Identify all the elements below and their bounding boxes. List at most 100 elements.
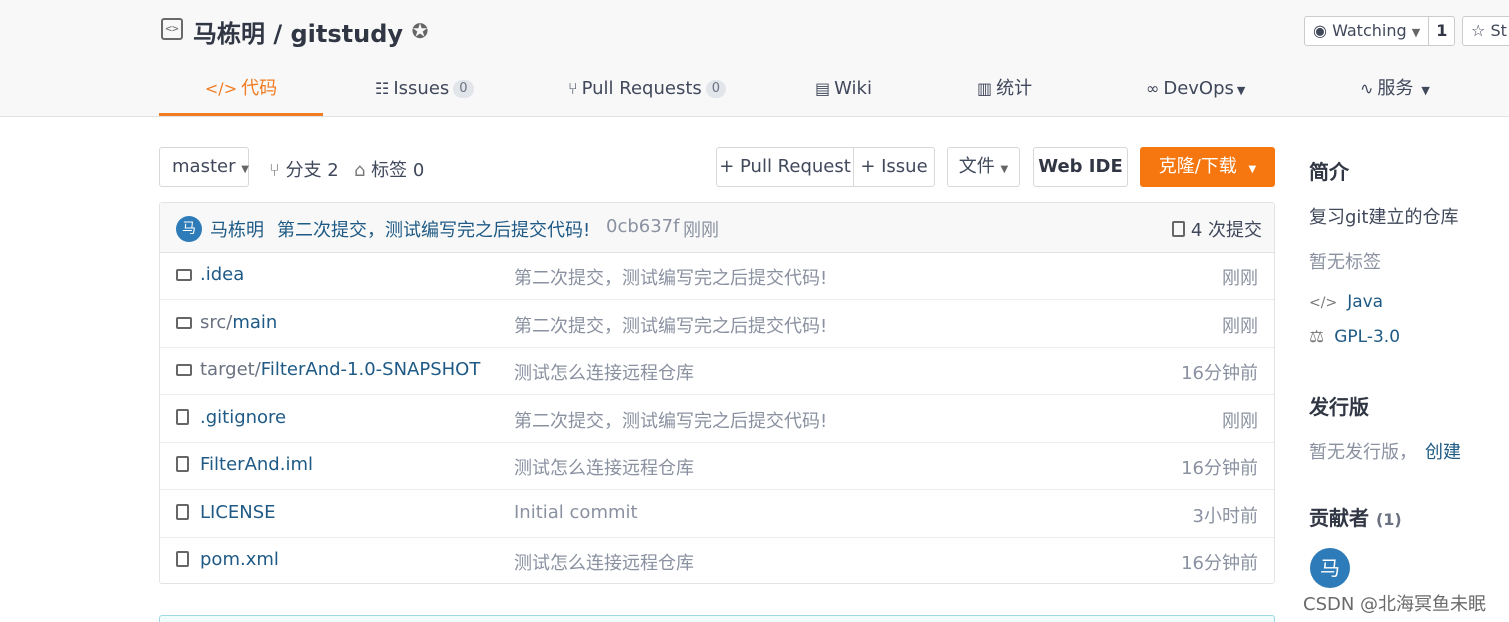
chevron-down-icon: ▼ bbox=[1248, 164, 1257, 175]
watch-label: Watching bbox=[1332, 21, 1407, 40]
file-commit-time: 3小时前 bbox=[1192, 505, 1258, 527]
commit-author[interactable]: 马栋明 bbox=[210, 216, 264, 242]
file-commit-message[interactable]: 第二次提交，测试编写完之后提交代码! bbox=[514, 312, 827, 338]
file-list-panel: 马 马栋明 第二次提交，测试编写完之后提交代码! 0cb637f 刚刚 4 次提… bbox=[159, 202, 1275, 584]
eye-icon: ◉ bbox=[1313, 21, 1327, 40]
file-menu-button[interactable]: 文件 ▼ bbox=[947, 147, 1020, 187]
tab-code[interactable]: </> 代码 bbox=[159, 72, 323, 116]
contributors-label: 贡献者 bbox=[1309, 506, 1369, 530]
chevron-down-icon: ▼ bbox=[1411, 26, 1421, 39]
file-commit-time: 刚刚 bbox=[1222, 315, 1258, 337]
web-ide-button[interactable]: Web IDE bbox=[1033, 147, 1128, 187]
tab-issues[interactable]: ☷ Issues 0 bbox=[375, 72, 474, 116]
tab-stats[interactable]: ▥ 统计 bbox=[977, 72, 1032, 116]
badge-icon[interactable]: ✪ bbox=[408, 19, 432, 43]
commits-count: 4 次提交 bbox=[1190, 220, 1262, 241]
language-item[interactable]: </> Java bbox=[1309, 292, 1383, 312]
repo-header: <> 马栋明 / gitstudy ✪ ◉ Watching ▼ 1 ☆ St … bbox=[0, 0, 1509, 117]
file-name-link[interactable]: target/FilterAnd-1.0-SNAPSHOT bbox=[200, 359, 480, 380]
repo-owner-link[interactable]: 马栋明 bbox=[193, 20, 265, 48]
file-commit-message[interactable]: 测试怎么连接远程仓库 bbox=[514, 454, 694, 480]
repository-icon: <> bbox=[161, 18, 183, 40]
tab-devops[interactable]: ∞ DevOps ▼ bbox=[1146, 72, 1245, 116]
commit-message[interactable]: 第二次提交，测试编写完之后提交代码! bbox=[277, 216, 590, 242]
file-name: .idea bbox=[200, 264, 245, 285]
clone-download-button[interactable]: 克隆/下载 ▼ bbox=[1140, 147, 1275, 187]
file-name-link[interactable]: src/main bbox=[200, 312, 277, 333]
avatar[interactable]: 马 bbox=[1310, 548, 1350, 588]
chevron-down-icon: ▼ bbox=[241, 164, 249, 175]
tab-services-label: 服务 bbox=[1377, 78, 1414, 99]
file-menu-label: 文件 bbox=[958, 156, 995, 177]
tag-icon: ⌂ bbox=[354, 160, 366, 181]
watch-count[interactable]: 1 bbox=[1429, 17, 1454, 45]
new-issue-button[interactable]: + Issue bbox=[853, 147, 935, 187]
file-name-link[interactable]: FilterAnd.iml bbox=[200, 454, 313, 475]
file-path-prefix: src/ bbox=[200, 311, 233, 333]
file-commit-message[interactable]: 第二次提交，测试编写完之后提交代码! bbox=[514, 264, 827, 290]
new-pull-request-button[interactable]: + Pull Request bbox=[716, 147, 854, 187]
file-name: pom.xml bbox=[200, 549, 279, 570]
release-title: 发行版 bbox=[1309, 395, 1369, 419]
file-name: .gitignore bbox=[200, 406, 287, 428]
commit-hash[interactable]: 0cb637f bbox=[606, 216, 679, 237]
tab-pull-requests[interactable]: ⑂ Pull Requests 0 bbox=[568, 72, 727, 116]
file-commit-message[interactable]: 第二次提交，测试编写完之后提交代码! bbox=[514, 407, 827, 433]
tab-code-label: 代码 bbox=[241, 78, 278, 99]
intro-title: 简介 bbox=[1309, 160, 1349, 184]
create-release-link[interactable]: 创建 bbox=[1425, 442, 1461, 463]
table-row[interactable]: .idea 第二次提交，测试编写完之后提交代码! 刚刚 bbox=[160, 252, 1274, 300]
chevron-down-icon: ▼ bbox=[1421, 84, 1430, 97]
issues-icon: ☷ bbox=[375, 79, 390, 98]
commits-count-link[interactable]: 4 次提交 bbox=[1171, 216, 1262, 242]
watermark: CSDN @北海冥鱼未眠 bbox=[1303, 594, 1487, 615]
repo-name-link[interactable]: gitstudy bbox=[290, 20, 403, 48]
scale-icon: ⚖ bbox=[1309, 327, 1325, 347]
table-row[interactable]: .gitignore 第二次提交，测试编写完之后提交代码! 刚刚 bbox=[160, 395, 1274, 443]
tab-services[interactable]: ∿ 服务 ▼ bbox=[1360, 72, 1430, 116]
avatar[interactable]: 马 bbox=[176, 216, 202, 242]
table-row[interactable]: src/main 第二次提交，测试编写完之后提交代码! 刚刚 bbox=[160, 300, 1274, 348]
file-commit-time: 刚刚 bbox=[1222, 268, 1258, 289]
branches-link[interactable]: ⑂ 分支 2 bbox=[269, 156, 339, 182]
file-name-link[interactable]: LICENSE bbox=[200, 502, 276, 523]
table-row[interactable]: LICENSE Initial commit 3小时前 bbox=[160, 490, 1274, 538]
license-item[interactable]: ⚖ GPL-3.0 bbox=[1309, 327, 1400, 347]
branches-count: 分支 2 bbox=[285, 160, 339, 181]
language-link[interactable]: Java bbox=[1347, 292, 1383, 312]
latest-commit-bar: 马 马栋明 第二次提交，测试编写完之后提交代码! 0cb637f 刚刚 4 次提… bbox=[160, 203, 1274, 253]
infinity-icon: ∞ bbox=[1146, 79, 1160, 98]
file-commit-message[interactable]: 测试怎么连接远程仓库 bbox=[514, 359, 694, 385]
file-commit-message[interactable]: 测试怎么连接远程仓库 bbox=[514, 549, 694, 575]
contributors-count: (1) bbox=[1375, 510, 1402, 529]
tags-count: 标签 0 bbox=[371, 160, 425, 181]
chevron-down-icon: ▼ bbox=[1236, 84, 1246, 97]
file-icon bbox=[176, 408, 194, 426]
chevron-down-icon: ▼ bbox=[1000, 164, 1009, 175]
branch-icon: ⑂ bbox=[269, 160, 280, 181]
file-name-link[interactable]: .idea bbox=[200, 264, 244, 285]
file-name-link[interactable]: pom.xml bbox=[200, 549, 279, 570]
star-button[interactable]: ☆ St bbox=[1462, 16, 1509, 46]
watch-button[interactable]: ◉ Watching ▼ bbox=[1305, 17, 1430, 45]
table-row[interactable]: FilterAnd.iml 测试怎么连接远程仓库 16分钟前 bbox=[160, 442, 1274, 490]
file-commit-time: 刚刚 bbox=[1222, 410, 1258, 432]
no-release-label: 暂无发行版， bbox=[1309, 442, 1417, 463]
folder-icon bbox=[176, 360, 194, 378]
tab-wiki[interactable]: ▤ Wiki bbox=[815, 72, 872, 116]
file-name: main bbox=[232, 311, 278, 333]
branch-select[interactable]: master ▼ bbox=[159, 147, 249, 187]
file-commit-time: 16分钟前 bbox=[1181, 363, 1258, 384]
file-icon bbox=[176, 550, 194, 568]
file-name: LICENSE bbox=[200, 501, 276, 523]
file-name-link[interactable]: .gitignore bbox=[200, 407, 286, 428]
table-row[interactable]: pom.xml 测试怎么连接远程仓库 16分钟前 bbox=[160, 537, 1274, 584]
file-path-prefix: target/ bbox=[200, 359, 261, 380]
table-row[interactable]: target/FilterAnd-1.0-SNAPSHOT 测试怎么连接远程仓库 1… bbox=[160, 347, 1274, 395]
tab-issues-label: Issues bbox=[393, 78, 450, 99]
intro-text: 复习git建立的仓库 bbox=[1309, 207, 1459, 228]
license-link[interactable]: GPL-3.0 bbox=[1334, 327, 1400, 347]
tags-link[interactable]: ⌂ 标签 0 bbox=[354, 156, 424, 182]
file-commit-message[interactable]: Initial commit bbox=[514, 502, 638, 523]
commits-icon bbox=[1171, 221, 1185, 237]
